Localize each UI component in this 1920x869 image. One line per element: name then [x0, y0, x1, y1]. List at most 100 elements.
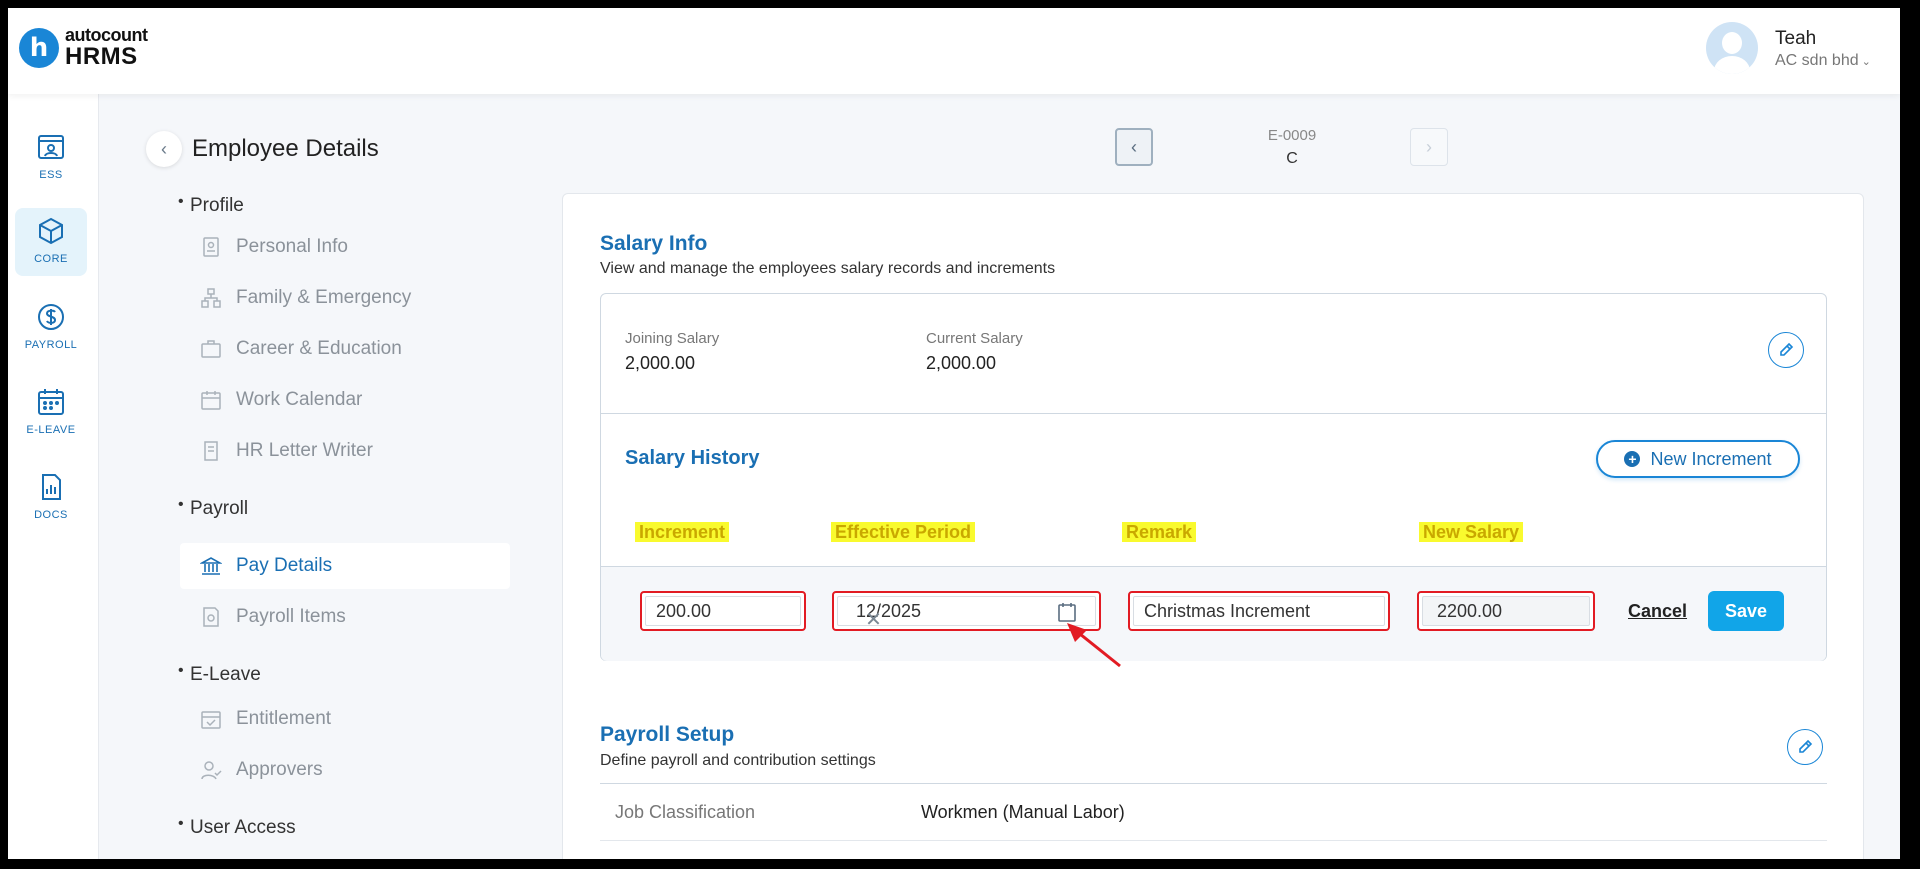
logo-text-small: autocount: [65, 25, 148, 45]
subnav-item-family[interactable]: Family & Emergency: [180, 275, 510, 321]
salary-box: Joining Salary 2,000.00 Current Salary 2…: [600, 293, 1827, 661]
content-card: Salary Info View and manage the employee…: [562, 193, 1864, 869]
company-name: AC sdn bhd: [1775, 52, 1859, 69]
user-avatar[interactable]: [1706, 22, 1758, 74]
cancel-button[interactable]: Cancel: [1628, 601, 1687, 622]
page-title: Employee Details: [192, 135, 379, 162]
subnav-section-profile: Profile: [178, 193, 244, 217]
subnav-section-user-access: User Access: [178, 815, 296, 839]
subnav-label: HR Letter Writer: [236, 440, 373, 461]
subnav-label: Pay Details: [236, 555, 333, 576]
clear-icon[interactable]: ✕: [865, 607, 882, 632]
increment-input[interactable]: 200.00: [640, 591, 806, 631]
new-increment-button[interactable]: + New Increment: [1596, 440, 1800, 478]
rail-item-eleave[interactable]: E-LEAVE: [15, 379, 87, 447]
current-salary-value: 2,000.00: [926, 353, 997, 373]
calendar-check-icon: [201, 711, 221, 729]
subnav-label: Career & Education: [236, 338, 402, 359]
rail-label: ESS: [39, 169, 63, 181]
save-button[interactable]: Save: [1708, 591, 1784, 631]
rail-item-core[interactable]: CORE: [15, 208, 87, 276]
effective-period-input[interactable]: 12/2025 ✕: [832, 591, 1101, 631]
ess-icon: [38, 135, 64, 159]
edit-salary-button[interactable]: [1768, 332, 1804, 368]
pencil-icon: [1780, 342, 1794, 356]
new-salary-input[interactable]: 2200.00: [1417, 591, 1595, 631]
subnav-label: Work Calendar: [236, 389, 363, 410]
edit-payroll-setup-button[interactable]: [1787, 729, 1823, 765]
previous-employee-button[interactable]: ‹: [1115, 128, 1153, 166]
subnav-label: Family & Emergency: [236, 287, 412, 308]
salary-info-title: Salary Info: [600, 232, 708, 255]
logo-mark: h: [19, 27, 59, 68]
chevron-right-icon: ›: [1426, 136, 1432, 157]
payroll-setup-subtitle: Define payroll and contribution settings: [600, 752, 876, 769]
calendar-icon: [38, 389, 64, 415]
remark-input[interactable]: Christmas Increment: [1128, 591, 1390, 631]
plus-circle-icon: +: [1624, 451, 1641, 467]
app-logo[interactable]: h autocount HRMS: [19, 26, 148, 69]
rail-label: DOCS: [34, 509, 68, 521]
subnav-section-payroll: Payroll: [178, 496, 248, 520]
payroll-items-icon: [203, 607, 219, 627]
employee-name: C: [1286, 150, 1298, 167]
new-salary-value: 2200.00: [1437, 600, 1503, 621]
subnav-item-pay-details[interactable]: Pay Details: [180, 543, 510, 589]
logo-text-big: HRMS: [65, 43, 138, 70]
subnav-item-career[interactable]: Career & Education: [180, 326, 510, 372]
core-icon: [39, 217, 63, 245]
chevron-left-icon: ‹: [1131, 136, 1137, 157]
docs-icon: [42, 474, 61, 500]
joining-salary-label: Joining Salary: [625, 330, 720, 347]
increment-edit-row: 200.00 12/2025 ✕ Christmas Increment 220…: [601, 566, 1826, 661]
briefcase-icon: [201, 340, 221, 358]
module-rail: ESS CORE PAYROLL E-LEAVE DOCS: [8, 94, 99, 861]
rail-item-payroll[interactable]: PAYROLL: [15, 294, 87, 362]
subnav-item-approvers[interactable]: Approvers: [180, 747, 510, 793]
letter-icon: [204, 441, 218, 461]
subnav-section-eleave: E-Leave: [178, 662, 261, 686]
rail-label: CORE: [34, 253, 68, 265]
subnav-item-personal-info[interactable]: Personal Info: [180, 224, 510, 270]
salary-history-title: Salary History: [625, 447, 760, 469]
rail-item-docs[interactable]: DOCS: [15, 464, 87, 532]
subnav-item-work-calendar[interactable]: Work Calendar: [180, 377, 510, 423]
top-bar: h autocount HRMS Teah AC sdn bhd ⌄: [8, 8, 1900, 94]
subnav-item-entitlement[interactable]: Entitlement: [180, 696, 510, 742]
subnav-item-payroll-items[interactable]: Payroll Items: [180, 594, 510, 640]
back-button[interactable]: ‹: [146, 131, 182, 167]
new-increment-label: New Increment: [1650, 448, 1772, 469]
screenshot-frame-bottom: [0, 859, 1920, 869]
bank-icon: [200, 557, 222, 575]
subnav-label: Personal Info: [236, 236, 348, 257]
subnav-label: Approvers: [236, 759, 323, 780]
current-salary-label: Current Salary: [926, 330, 1023, 347]
user-name[interactable]: Teah: [1775, 28, 1816, 50]
divider: [600, 783, 1827, 784]
rail-item-ess[interactable]: ESS: [15, 124, 87, 192]
rail-label: PAYROLL: [24, 339, 78, 351]
family-icon: [201, 288, 221, 308]
increment-value: 200.00: [656, 600, 712, 621]
payroll-icon: [38, 304, 64, 330]
subnav-label: Payroll Items: [236, 606, 346, 627]
chevron-down-icon: ⌄: [1861, 56, 1871, 68]
column-header-increment: Increment: [635, 522, 730, 542]
company-switcher[interactable]: AC sdn bhd ⌄: [1775, 52, 1871, 70]
divider: [600, 840, 1827, 841]
job-classification-label: Job Classification: [615, 802, 756, 822]
joining-salary-value: 2,000.00: [625, 353, 696, 373]
subnav-label: Entitlement: [236, 708, 332, 729]
column-header-new-salary: New Salary: [1419, 522, 1524, 542]
column-header-remark: Remark: [1122, 522, 1197, 542]
calendar-icon: [201, 391, 221, 410]
annotation-arrow: [1067, 623, 1121, 668]
user-check-icon: [201, 761, 222, 780]
chevron-left-icon: ‹: [161, 138, 167, 159]
job-classification-value: Workmen (Manual Labor): [921, 802, 1125, 822]
next-employee-button[interactable]: ›: [1410, 128, 1448, 166]
salary-info-subtitle: View and manage the employees salary rec…: [600, 260, 1056, 277]
subnav-item-hr-letter[interactable]: HR Letter Writer: [180, 428, 510, 474]
column-header-effective-period: Effective Period: [831, 522, 976, 542]
rail-label: E-LEAVE: [26, 424, 76, 436]
